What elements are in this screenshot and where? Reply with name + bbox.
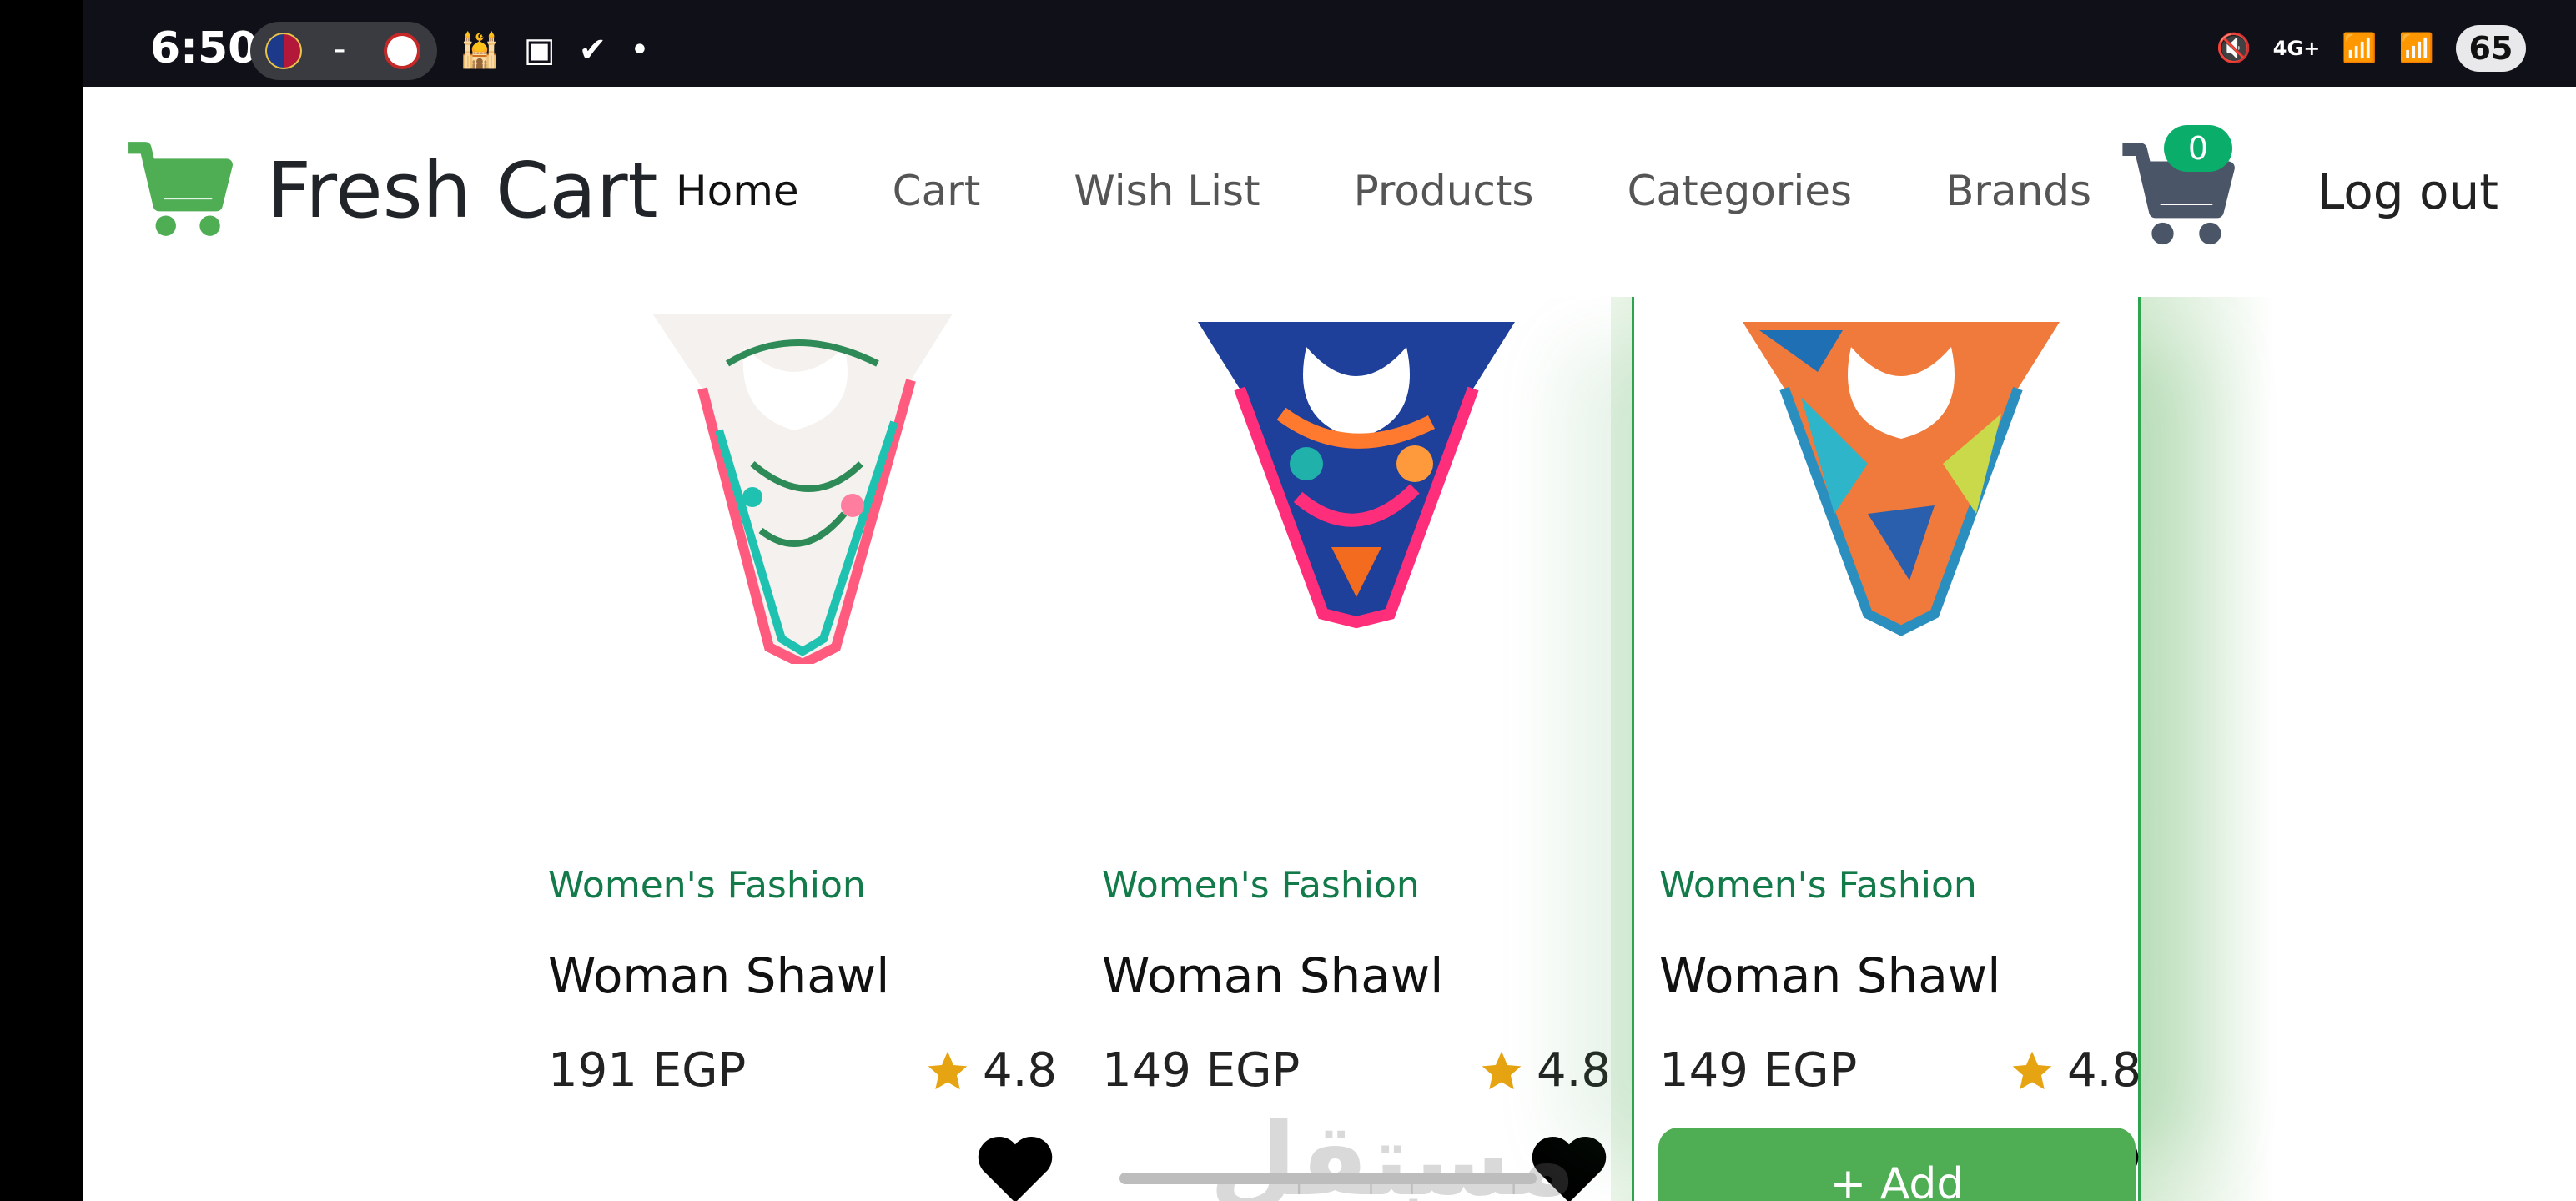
nav-products[interactable]: Products: [1354, 167, 1534, 215]
brand-logo[interactable]: Fresh Cart: [125, 140, 658, 240]
product-image: [652, 314, 953, 664]
nav-home[interactable]: Home: [676, 167, 799, 215]
network-type: 4G+: [2272, 37, 2321, 60]
product-price: 149 EGP: [1659, 1043, 1858, 1098]
score-separator: -: [334, 30, 346, 68]
product-category[interactable]: Women's Fashion: [548, 864, 866, 907]
star-icon: [928, 1051, 968, 1089]
nav-wish-list[interactable]: Wish List: [1074, 167, 1260, 215]
wishlist-heart-icon[interactable]: [974, 1131, 1057, 1201]
product-card[interactable]: Women's Fashion Woman Shawl 191 EGP 4.8: [548, 297, 1057, 1201]
star-icon: [1482, 1051, 1522, 1089]
app-window: Women's Fashion Woman Shawl 191 EGP 4.8 …: [83, 87, 2576, 1201]
rating-value: 4.8: [982, 1043, 1057, 1098]
watermark: مستقل mostaql.com: [1210, 1103, 1576, 1201]
battery-indicator: 65: [2456, 25, 2526, 72]
product-title[interactable]: Woman Shawl: [548, 947, 889, 1004]
logout-link[interactable]: Log out: [2317, 163, 2498, 220]
live-score-pill[interactable]: -: [250, 22, 437, 80]
signal-icon: 📶: [2398, 32, 2434, 65]
nav-links: Home Cart Wish List Products Categories …: [676, 167, 2185, 215]
product-price: 149 EGP: [1102, 1043, 1301, 1098]
more-dot-icon: •: [630, 31, 650, 69]
card-hover-glow: [2141, 297, 2274, 1201]
home-gesture-bar[interactable]: [1119, 1173, 1537, 1184]
add-to-cart-button[interactable]: + Add: [1658, 1128, 2136, 1201]
product-image: [1743, 322, 2060, 636]
rating-value: 4.8: [1536, 1043, 1611, 1098]
product-card[interactable]: Women's Fashion Woman Shawl 149 EGP 4.8: [1102, 297, 1611, 1201]
cart-count-badge: 0: [2164, 125, 2232, 172]
product-category[interactable]: Women's Fashion: [1659, 864, 1977, 907]
product-rating: 4.8: [2009, 1043, 2141, 1098]
product-card[interactable]: Women's Fashion Woman Shawl 149 EGP 4.8: [1632, 297, 2141, 1201]
check-icon: ✔: [578, 31, 607, 69]
notification-icons: 🕌 ▣ ✔ •: [459, 30, 650, 70]
nav-brands[interactable]: Brands: [1945, 167, 2091, 215]
cart-logo-icon: [128, 142, 233, 236]
team-crest-icon: [265, 33, 302, 69]
rating-value: 4.8: [2066, 1043, 2141, 1098]
product-rating: 4.8: [1478, 1043, 1611, 1098]
product-rating: 4.8: [924, 1043, 1057, 1098]
product-image: [1198, 322, 1515, 629]
signal-icon: 📶: [2342, 32, 2377, 65]
status-bar: 6:50 - 🕌 ▣ ✔ • 🔇 4G+ 📶 📶 65: [83, 0, 2576, 87]
watermark-arabic: مستقل: [1210, 1103, 1576, 1201]
brand-name: Fresh Cart: [267, 145, 658, 235]
product-title[interactable]: Woman Shawl: [1659, 947, 2000, 1004]
mosque-icon: 🕌: [459, 31, 501, 70]
product-title[interactable]: Woman Shawl: [1102, 947, 1443, 1004]
screenshot-icon: ▣: [523, 31, 556, 69]
watermark-latin: mostaql.com: [1210, 1194, 1547, 1201]
team-crest-icon: [384, 33, 420, 69]
nav-cart[interactable]: Cart: [893, 167, 981, 215]
product-price: 191 EGP: [548, 1043, 747, 1098]
navbar: Fresh Cart Home Cart Wish List Products …: [83, 87, 2576, 297]
system-icons: 🔇 4G+ 📶 📶 65: [2216, 25, 2526, 72]
star-icon: [2012, 1051, 2052, 1089]
mute-icon: 🔇: [2216, 32, 2251, 65]
status-time: 6:50: [150, 23, 259, 73]
product-category[interactable]: Women's Fashion: [1102, 864, 1420, 907]
nav-categories[interactable]: Categories: [1628, 167, 1853, 215]
